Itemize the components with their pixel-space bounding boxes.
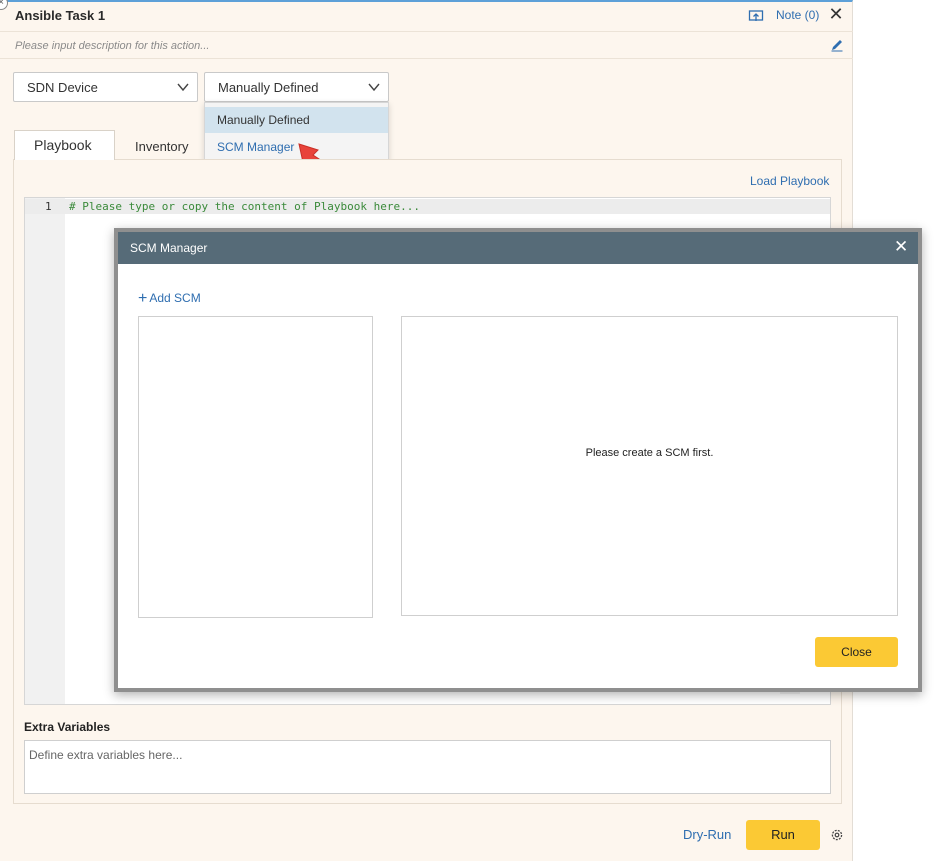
scm-list-pane bbox=[138, 316, 373, 618]
extra-variables-placeholder: Define extra variables here... bbox=[29, 748, 183, 762]
line-number: 1 bbox=[45, 200, 52, 213]
editor-gutter bbox=[25, 198, 65, 704]
dialog-close-button[interactable]: Close bbox=[815, 637, 898, 667]
share-icon[interactable] bbox=[748, 8, 764, 24]
note-link[interactable]: Note (0) bbox=[776, 8, 819, 22]
editor-placeholder: # Please type or copy the content of Pla… bbox=[69, 200, 420, 213]
scm-detail-pane: Please create a SCM first. bbox=[401, 316, 898, 616]
description-divider bbox=[0, 58, 853, 59]
dropdown-option-manually-defined[interactable]: Manually Defined bbox=[205, 107, 388, 133]
chevron-down-icon bbox=[368, 83, 380, 92]
source-select[interactable]: Manually Defined bbox=[204, 72, 389, 102]
load-playbook-link[interactable]: Load Playbook bbox=[750, 174, 829, 188]
panel-header: × Ansible Task 1 Note (0) ✕ bbox=[0, 0, 853, 32]
run-button[interactable]: Run bbox=[746, 820, 820, 850]
tab-playbook[interactable]: Playbook bbox=[14, 130, 115, 160]
plus-icon: + bbox=[138, 290, 148, 307]
add-scm-button[interactable]: + Add SCM bbox=[138, 290, 201, 308]
scm-manager-dialog: SCM Manager ✕ + Add SCM Please create a S… bbox=[114, 228, 922, 692]
extra-variables-label: Extra Variables bbox=[24, 720, 111, 734]
close-icon[interactable]: ✕ bbox=[828, 5, 844, 23]
empty-state-message: Please create a SCM first. bbox=[585, 447, 714, 459]
device-type-select[interactable]: SDN Device bbox=[13, 72, 198, 102]
pencil-icon[interactable] bbox=[830, 38, 844, 52]
gear-icon[interactable] bbox=[830, 828, 844, 842]
dialog-header: SCM Manager ✕ bbox=[118, 232, 918, 264]
task-title: Ansible Task 1 bbox=[15, 8, 106, 23]
add-scm-label: Add SCM bbox=[149, 291, 201, 305]
description-input[interactable]: Please input description for this action… bbox=[15, 40, 209, 52]
dialog-title: SCM Manager bbox=[130, 241, 208, 255]
dialog-close-icon[interactable]: ✕ bbox=[894, 238, 908, 256]
tab-inventory[interactable]: Inventory bbox=[122, 130, 212, 160]
device-type-value: SDN Device bbox=[27, 80, 98, 95]
close-circle-icon[interactable]: × bbox=[0, 0, 8, 10]
source-value: Manually Defined bbox=[218, 80, 319, 95]
extra-variables-input[interactable]: Define extra variables here... bbox=[24, 740, 831, 794]
chevron-down-icon bbox=[177, 83, 189, 92]
dry-run-button[interactable]: Dry-Run bbox=[683, 827, 731, 842]
